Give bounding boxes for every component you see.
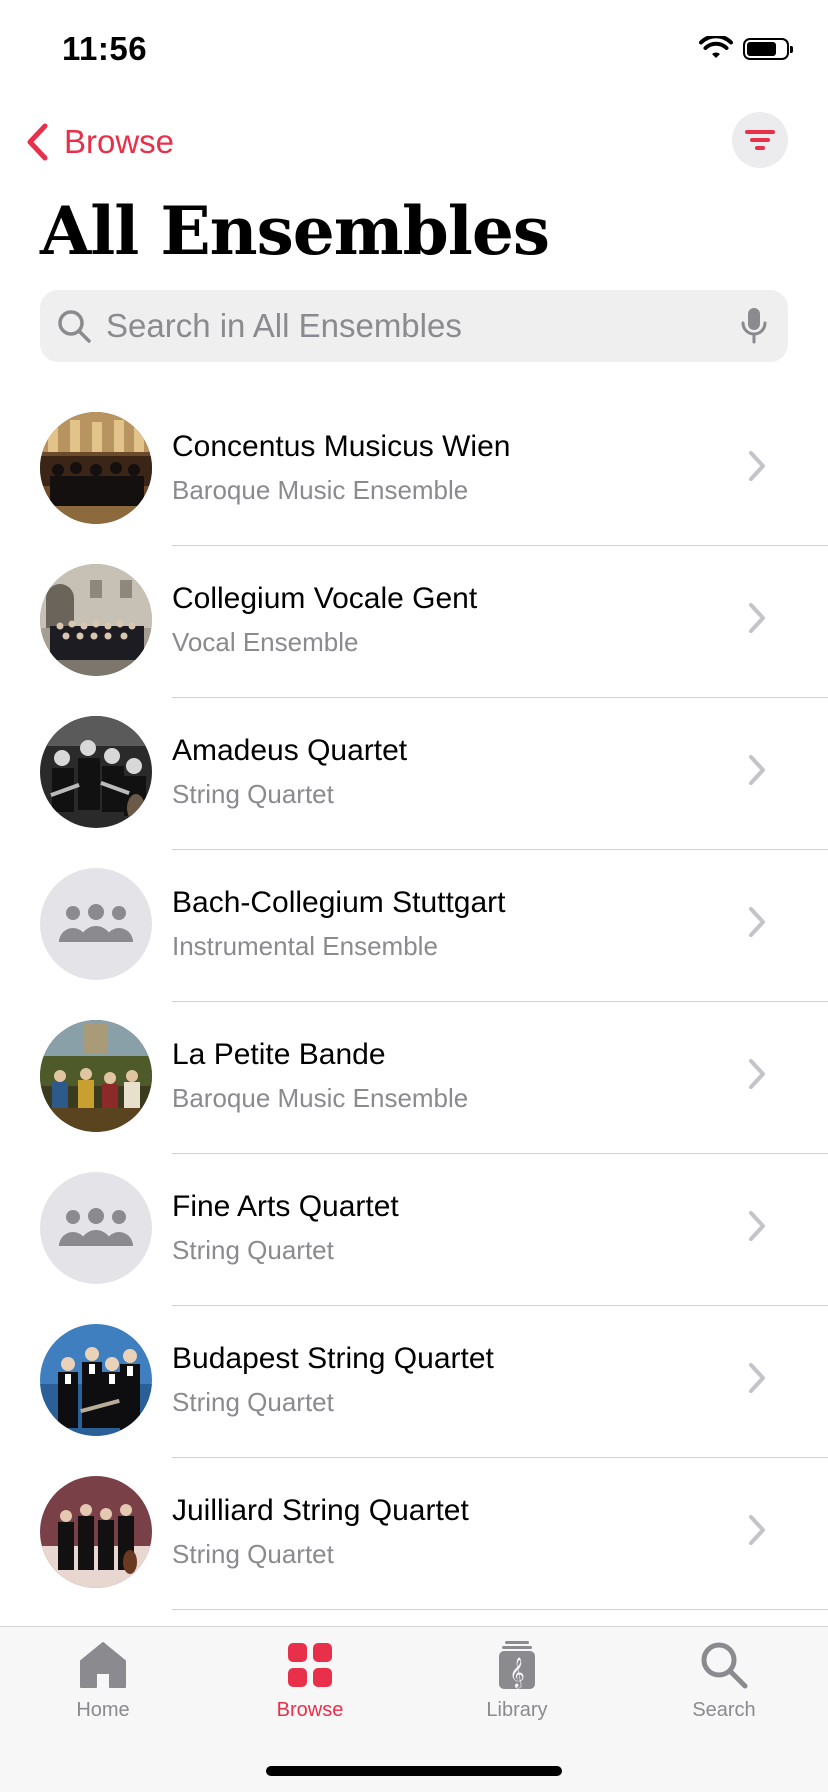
ensemble-type: String Quartet [172, 1235, 334, 1265]
ensemble-type: String Quartet [172, 1387, 334, 1417]
ensemble-row[interactable]: Collegium Vocale Gent Vocal Ensemble [0, 546, 828, 698]
status-time: 11:56 [62, 30, 148, 67]
microphone-icon[interactable] [740, 307, 768, 345]
search-bar[interactable] [40, 290, 788, 362]
group-placeholder-icon [40, 1172, 152, 1284]
ensemble-row[interactable]: Bach-Collegium Stuttgart Instrumental Ens… [0, 850, 828, 1002]
tab-library[interactable]: 𝄞 Library [447, 1639, 587, 1739]
ensemble-name: La Petite Bande [172, 1038, 386, 1071]
sort-lines-icon [745, 130, 775, 150]
tab-home-label: Home [76, 1699, 130, 1721]
magnifying-glass-icon [58, 310, 91, 343]
ensemble-row[interactable]: La Petite Bande Baroque Music Ensemble [0, 1002, 828, 1154]
chevron-right-icon [749, 1059, 765, 1089]
ensemble-type: String Quartet [172, 1539, 334, 1569]
grid-icon [288, 1643, 332, 1687]
ensemble-row[interactable]: Fine Arts Quartet String Quartet [0, 1154, 828, 1306]
ensemble-name: Concentus Musicus Wien [172, 430, 511, 463]
back-button[interactable]: Browse [24, 118, 174, 166]
ensemble-photo [40, 716, 152, 828]
search-icon [701, 1642, 748, 1689]
home-indicator[interactable] [266, 1766, 562, 1776]
status-bar: 11:56 [0, 0, 828, 100]
tab-home[interactable]: Home [33, 1639, 173, 1739]
group-placeholder-icon [40, 868, 152, 980]
chevron-right-icon [749, 603, 765, 633]
page-title: All Ensembles [40, 192, 550, 270]
chevron-right-icon [749, 1363, 765, 1393]
chevron-right-icon [749, 907, 765, 937]
row-divider [172, 1609, 828, 1610]
sort-button[interactable] [732, 112, 788, 168]
chevron-right-icon [749, 451, 765, 481]
wifi-icon [699, 36, 733, 58]
ensemble-type: String Quartet [172, 779, 334, 809]
back-label: Browse [64, 123, 175, 160]
tab-library-label: Library [486, 1699, 548, 1721]
ensemble-photo [40, 1020, 152, 1132]
tab-browse-label: Browse [276, 1699, 344, 1721]
svg-text:𝄞: 𝄞 [509, 1657, 524, 1689]
ensemble-photo [40, 564, 152, 676]
ensemble-name: Amadeus Quartet [172, 734, 408, 767]
ensemble-name: Fine Arts Quartet [172, 1190, 399, 1223]
ensemble-photo [40, 1476, 152, 1588]
ensemble-type: Baroque Music Ensemble [172, 1083, 469, 1113]
ensemble-name: Budapest String Quartet [172, 1342, 494, 1375]
battery-icon [743, 38, 793, 60]
chevron-right-icon [749, 755, 765, 785]
ensemble-name: Juilliard String Quartet [172, 1494, 469, 1527]
house-icon [80, 1642, 126, 1688]
ensemble-name: Bach-Collegium Stuttgart [172, 886, 506, 919]
chevron-right-icon [749, 1211, 765, 1241]
tab-browse[interactable]: Browse [240, 1639, 380, 1739]
ensemble-photo [40, 1324, 152, 1436]
ensemble-list: Concentus Musicus Wien Baroque Music Ense… [0, 394, 828, 1610]
ensemble-type: Vocal Ensemble [172, 627, 359, 657]
ensemble-type: Baroque Music Ensemble [172, 475, 469, 505]
ensemble-type: Instrumental Ensemble [172, 931, 438, 961]
ensemble-row[interactable]: Budapest String Quartet String Quartet [0, 1306, 828, 1458]
library-icon: 𝄞 [499, 1641, 535, 1689]
search-input[interactable] [106, 307, 740, 345]
chevron-right-icon [749, 1515, 765, 1545]
tab-search-label: Search [692, 1699, 756, 1721]
ensemble-row[interactable]: Amadeus Quartet String Quartet [0, 698, 828, 850]
ensemble-photo [40, 412, 152, 524]
ensemble-name: Collegium Vocale Gent [172, 582, 478, 615]
ensemble-row[interactable]: Concentus Musicus Wien Baroque Music Ense… [0, 394, 828, 546]
battery-level [747, 42, 776, 56]
ensemble-row[interactable]: Juilliard String Quartet String Quartet [0, 1458, 828, 1610]
tab-search[interactable]: Search [654, 1639, 794, 1739]
chevron-left-icon [27, 123, 48, 161]
